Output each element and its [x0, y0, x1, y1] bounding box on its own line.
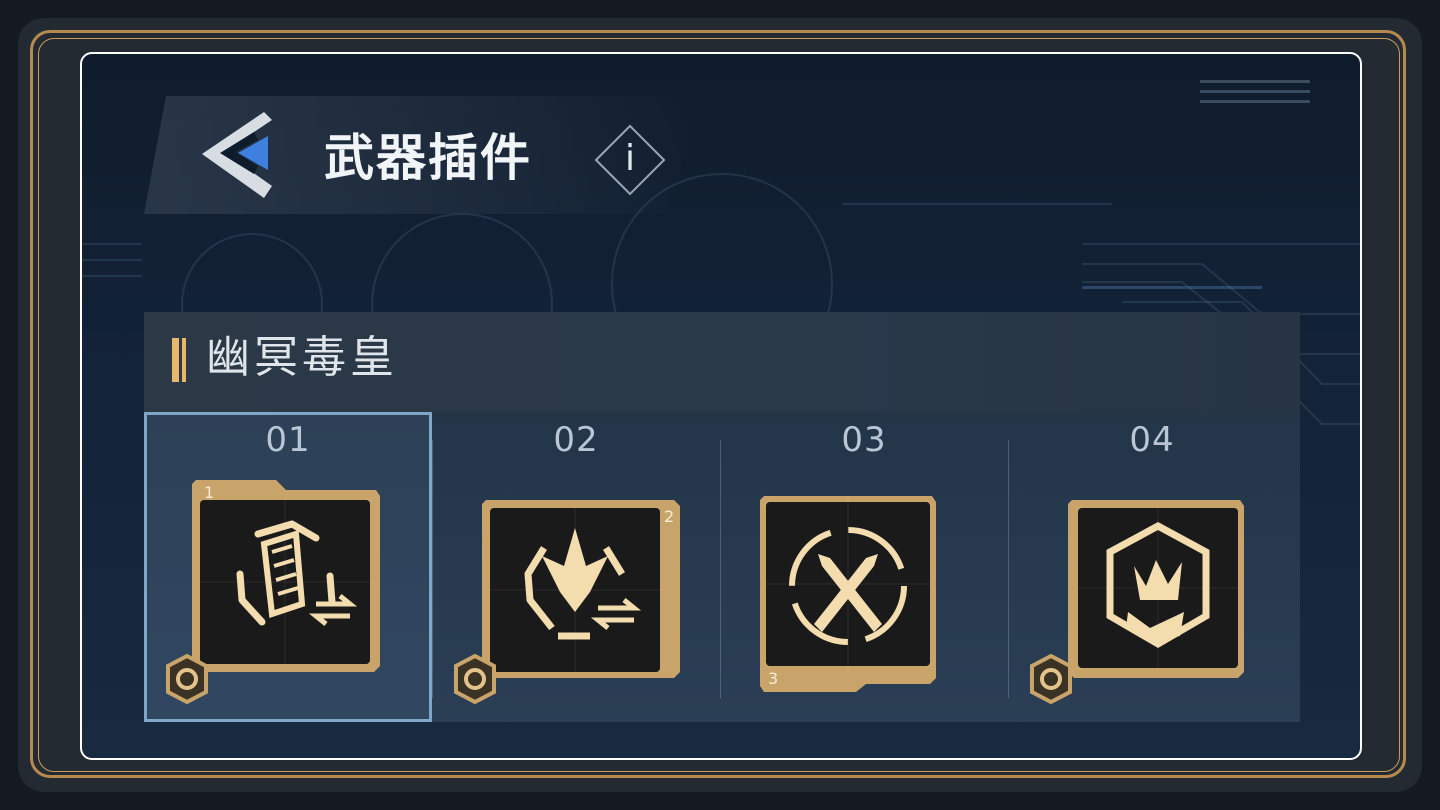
slot-number: 04 [1129, 420, 1175, 460]
plugin-slot-4[interactable]: 04 [1008, 412, 1296, 722]
weapon-accent-bar [172, 338, 188, 382]
game-screen: 武器插件 i 幽冥毒皇 01 1 02 2 03 3 04 [80, 52, 1362, 760]
plugin-slot-row: 01 1 02 2 03 3 04 [144, 412, 1300, 722]
weapon-header: 幽冥毒皇 [144, 312, 1300, 412]
gear-badge-icon [450, 653, 500, 705]
slot-number: 02 [553, 420, 599, 460]
plugin-card[interactable]: 3 [756, 492, 940, 696]
plugin-card[interactable] [1064, 496, 1248, 682]
magazine-reload-icon: 1 [192, 480, 380, 672]
weapon-plugin-panel: 幽冥毒皇 01 1 02 2 03 3 04 [144, 312, 1300, 722]
weapon-name: 幽冥毒皇 [206, 332, 398, 383]
gear-badge-icon [162, 653, 212, 705]
back-button[interactable] [194, 108, 276, 202]
plugin-slot-1[interactable]: 01 1 [144, 412, 432, 722]
plugin-slot-3[interactable]: 03 3 [720, 412, 1008, 722]
plugin-slot-2[interactable]: 02 2 [432, 412, 720, 722]
info-button[interactable]: i [594, 124, 666, 196]
rank-number: 1 [204, 483, 214, 502]
page-title: 武器插件 [324, 129, 532, 187]
plugin-card[interactable]: 1 [188, 476, 384, 682]
slot-number: 03 [841, 420, 887, 460]
crossed-bullets-icon: 3 [760, 496, 936, 692]
plugin-card[interactable]: 2 [478, 496, 684, 682]
toxic-fist-icon [1068, 500, 1244, 678]
rank-number: 2 [664, 507, 674, 526]
slot-number: 01 [265, 420, 311, 460]
gear-badge-icon [1026, 653, 1076, 705]
back-arrow-icon [202, 112, 272, 198]
rank-number: 3 [768, 669, 778, 688]
info-label: i [624, 138, 635, 179]
burst-reload-icon: 2 [482, 500, 680, 678]
